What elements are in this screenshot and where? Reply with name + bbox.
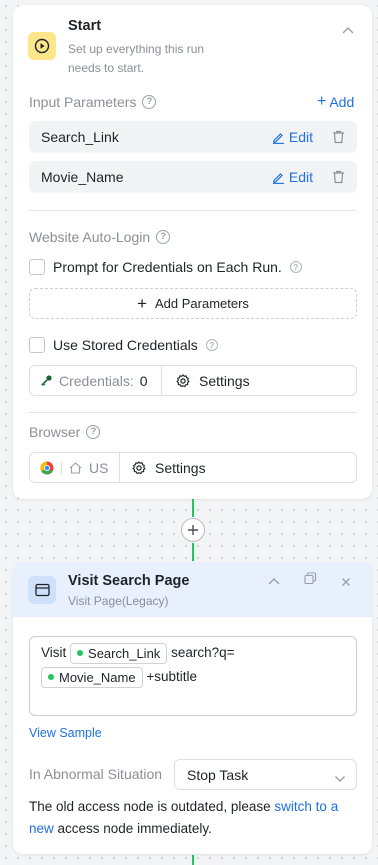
visit-page-node-card[interactable]: Visit Search Page Visit Page(Legacy) Vis…	[13, 562, 372, 854]
help-icon[interactable]: ?	[156, 230, 171, 244]
plus-icon: +	[317, 93, 327, 110]
connector-line	[192, 855, 194, 865]
parameter-row: Search_Link Edit	[29, 121, 357, 153]
parameter-chip[interactable]: Search_Link	[70, 642, 168, 664]
delete-parameter-icon[interactable]	[332, 130, 345, 147]
parameter-name: Search_Link	[41, 129, 119, 145]
key-icon	[41, 375, 52, 386]
parameter-name: Movie_Name	[41, 169, 124, 185]
pencil-icon	[272, 132, 284, 144]
browser-window-icon	[28, 576, 56, 604]
parameter-chip[interactable]: Movie_Name	[41, 666, 143, 688]
start-title: Start	[68, 18, 102, 34]
copy-icon[interactable]	[304, 572, 317, 590]
credentials-count-field[interactable]: Credentials: 0	[30, 366, 161, 395]
edit-parameter-button[interactable]: Edit	[272, 169, 313, 185]
input-parameters-label: Input Parameters ?	[29, 94, 157, 110]
edit-parameter-button[interactable]: Edit	[272, 129, 313, 145]
view-sample-link[interactable]: View Sample	[29, 726, 102, 740]
browser-region-field[interactable]: US	[30, 453, 119, 482]
help-icon[interactable]: ?	[289, 261, 302, 273]
parameter-row: Movie_Name Edit	[29, 161, 357, 193]
help-icon[interactable]: ?	[86, 425, 101, 439]
divider	[29, 210, 357, 211]
deprecation-notice: The old access node is outdated, please …	[29, 799, 339, 836]
start-node-icon	[28, 32, 56, 60]
abnormal-situation-select[interactable]: Stop Task	[174, 759, 357, 790]
help-icon[interactable]: ?	[205, 339, 218, 351]
visit-subtitle: Visit Page(Legacy)	[68, 594, 169, 608]
chrome-icon	[40, 461, 54, 474]
add-parameter-button[interactable]: + Add	[317, 93, 354, 111]
url-input[interactable]: Visit Search_Link search?q= Movie_Name +…	[29, 636, 357, 716]
visit-node-header	[13, 562, 372, 617]
collapse-chevron-icon[interactable]	[341, 23, 355, 41]
credentials-settings-button[interactable]: Settings	[162, 366, 260, 395]
plus-icon: +	[137, 293, 147, 313]
add-parameters-button[interactable]: + Add Parameters	[29, 288, 357, 319]
visit-title: Visit Search Page	[68, 573, 190, 589]
add-step-button[interactable]	[181, 518, 205, 542]
help-icon[interactable]: ?	[142, 95, 157, 109]
start-node-card[interactable]: Start Set up everything this run needs t…	[13, 5, 372, 499]
collapse-chevron-icon[interactable]	[267, 574, 281, 592]
prompt-credentials-option[interactable]: Prompt for Credentials on Each Run. ?	[29, 259, 302, 275]
auto-login-label: Website Auto-Login ?	[29, 229, 171, 245]
stored-credentials-checkbox[interactable]	[29, 337, 45, 353]
abnormal-situation-label: In Abnormal Situation	[29, 766, 163, 782]
connector-line	[192, 499, 194, 517]
browser-settings-button[interactable]: Settings	[120, 453, 216, 482]
start-subtitle: Set up everything this run needs to star…	[68, 42, 205, 75]
credentials-selector: Credentials: 0 Settings	[29, 365, 357, 396]
browser-selector: US Settings	[29, 452, 357, 483]
plus-icon	[188, 525, 198, 535]
stored-credentials-option[interactable]: Use Stored Credentials ?	[29, 337, 218, 353]
play-icon	[34, 38, 50, 54]
home-icon	[69, 461, 82, 474]
divider	[29, 412, 357, 413]
pencil-icon	[272, 172, 284, 184]
connector-line	[192, 543, 194, 561]
gear-icon	[132, 460, 146, 474]
chevron-down-icon	[334, 770, 346, 786]
delete-parameter-icon[interactable]	[332, 170, 345, 187]
prompt-credentials-checkbox[interactable]	[29, 259, 45, 275]
gear-icon	[176, 373, 190, 387]
close-icon[interactable]	[341, 574, 351, 592]
browser-label: Browser ?	[29, 424, 101, 440]
